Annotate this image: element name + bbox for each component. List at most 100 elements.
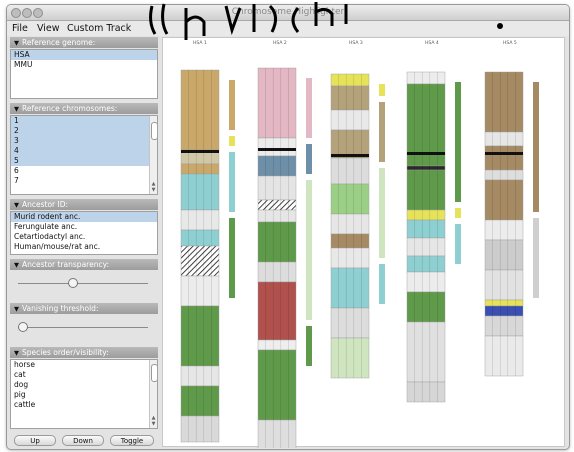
chromosome-3-band [330, 307, 370, 339]
centromere-marker [181, 150, 219, 153]
chromosome-2-band [257, 221, 297, 263]
vanishing-threshold-slider-track[interactable] [18, 327, 148, 328]
chromosome-3-band [330, 157, 370, 185]
scroll-thumb[interactable] [151, 364, 157, 382]
ancestor-track-segment [455, 224, 461, 264]
chromosome-2-band [257, 199, 297, 211]
chromosome-4-band [406, 169, 446, 211]
chromosome-5-band [484, 131, 524, 147]
chromosome-4-band [406, 321, 446, 383]
chromosome-4-band [406, 381, 446, 403]
chromosome-3-band [330, 247, 370, 269]
species-order-label: Species order/visibility: [22, 348, 109, 357]
chromosome-3-band [330, 109, 370, 131]
chromosome-item-6[interactable]: 6 [11, 166, 157, 176]
chromosome-5-band [484, 269, 524, 301]
chromosome-4-band [406, 165, 446, 171]
app-window: Chromosome Highlighter File View Custom … [6, 4, 570, 450]
reference-chromosomes-header[interactable]: ▼ Reference chromosomes: [10, 103, 158, 114]
disclosure-triangle-icon[interactable]: ▼ [14, 201, 19, 209]
ancestor-track-segment [379, 84, 385, 96]
ancestor-track-segment [306, 180, 312, 320]
scroll-thumb[interactable] [151, 122, 157, 140]
chromosome-3-band [330, 129, 370, 159]
chromosome-3-band [330, 85, 370, 111]
species-list[interactable]: horse cat dog pig cattle ▲ ▼ [10, 359, 158, 429]
ancestor-track-segment [229, 152, 235, 212]
ancestor-track-segment [379, 102, 385, 162]
ancestor-track-segment [306, 144, 312, 174]
ancestor-track-segment [455, 208, 461, 218]
vanishing-threshold-header[interactable]: ▼ Vanishing threshold: [10, 303, 158, 314]
chromosome-5-band [484, 145, 524, 171]
disclosure-triangle-icon[interactable]: ▼ [14, 305, 19, 313]
chromosome-2-band [257, 67, 297, 139]
chromosome-5-band [484, 169, 524, 181]
chromosome-item-1[interactable]: 1 [11, 116, 149, 126]
disclosure-triangle-icon[interactable]: ▼ [14, 349, 19, 357]
control-panel: ▼ Reference genome: HSA MMU ▼ Reference ch… [10, 37, 158, 447]
ancestor-track-segment [229, 80, 235, 130]
chromosome-4-band [406, 71, 446, 85]
chromosome-item-5[interactable]: 5 [11, 156, 149, 166]
chromosome-2-band [257, 137, 297, 157]
chromosome-2-band [257, 261, 297, 283]
ancestor-transparency-label: Ancestor transparency: [22, 260, 109, 269]
chromosome-3-band [330, 73, 370, 87]
chromosome-canvas[interactable]: HSA 1 HSA 2 HSA 3 HSA 4 HSA 5 [162, 37, 565, 448]
ancestor-track-segment [229, 218, 235, 298]
handwritten-annotation [149, 2, 503, 40]
chromosome-5-band [484, 71, 524, 133]
centromere-marker [485, 152, 523, 155]
chromosome-ideograms [180, 67, 539, 448]
chromosome-1-band [180, 415, 220, 443]
chromosome-1-band [180, 209, 220, 231]
toggle-button[interactable]: Toggle [110, 435, 154, 446]
chromosome-5-band [484, 219, 524, 241]
chromosome-1-band [180, 245, 220, 277]
ancestor-item-human-mouse-rat[interactable]: Human/mouse/rat anc. [11, 242, 157, 252]
chromosome-3-band [330, 267, 370, 309]
disclosure-triangle-icon[interactable]: ▼ [14, 261, 19, 269]
chromosome-list[interactable]: 1 2 3 4 5 6 7 ▲ ▼ [10, 115, 158, 195]
chromosome-item-4[interactable]: 4 [11, 146, 149, 156]
chromosome-4-band [406, 219, 446, 239]
ancestor-item-ferungulate[interactable]: Ferungulate anc. [11, 222, 157, 232]
ancestor-transparency-slider-knob[interactable] [67, 278, 78, 288]
ancestor-list[interactable]: Murid rodent anc. Ferungulate anc. Cetar… [10, 211, 158, 255]
species-item-dog[interactable]: dog [11, 380, 157, 390]
genome-item-mmu[interactable]: MMU [11, 60, 157, 70]
species-item-cat[interactable]: cat [11, 370, 157, 380]
chromosome-2-band [257, 175, 297, 201]
chromosome-item-7[interactable]: 7 [11, 176, 157, 186]
scroll-down-arrow-icon[interactable]: ▼ [150, 188, 157, 193]
chromosome-list-scrollbar[interactable]: ▲ ▼ [149, 116, 157, 194]
disclosure-triangle-icon[interactable]: ▼ [14, 105, 19, 113]
chromosome-item-2[interactable]: 2 [11, 126, 149, 136]
centromere-marker [407, 152, 445, 155]
chromosome-1-band [180, 69, 220, 151]
ancestor-id-header[interactable]: ▼ Ancestor ID: [10, 199, 158, 210]
down-button[interactable]: Down [62, 435, 104, 446]
vanishing-threshold-label: Vanishing threshold: [22, 304, 99, 313]
ancestor-transparency-header[interactable]: ▼ Ancestor transparency: [10, 259, 158, 270]
species-item-pig[interactable]: pig [11, 390, 157, 400]
scroll-down-arrow-icon[interactable]: ▼ [150, 422, 157, 427]
ancestor-item-murid[interactable]: Murid rodent anc. [11, 212, 157, 222]
chromosome-4-band [406, 209, 446, 221]
up-button[interactable]: Up [14, 435, 56, 446]
chromosome-1-band [180, 275, 220, 307]
species-item-cattle[interactable]: cattle [11, 400, 157, 410]
ancestor-track-segment [455, 82, 461, 202]
species-item-horse[interactable]: horse [11, 360, 157, 370]
vanishing-threshold-slider-knob[interactable] [18, 322, 28, 332]
chromosome-2-band [257, 339, 297, 351]
ancestor-item-cetartiodactyl[interactable]: Cetartiodactyl anc. [11, 232, 157, 242]
chromosome-item-3[interactable]: 3 [11, 136, 149, 146]
species-list-scrollbar[interactable]: ▲ ▼ [149, 360, 157, 428]
ancestor-transparency-slider-track[interactable] [18, 283, 148, 284]
species-order-header[interactable]: ▼ Species order/visibility: [10, 347, 158, 358]
chromosome-4-band [406, 271, 446, 293]
reference-chromosomes-label: Reference chromosomes: [22, 104, 118, 113]
chromosome-5-band [484, 335, 524, 377]
